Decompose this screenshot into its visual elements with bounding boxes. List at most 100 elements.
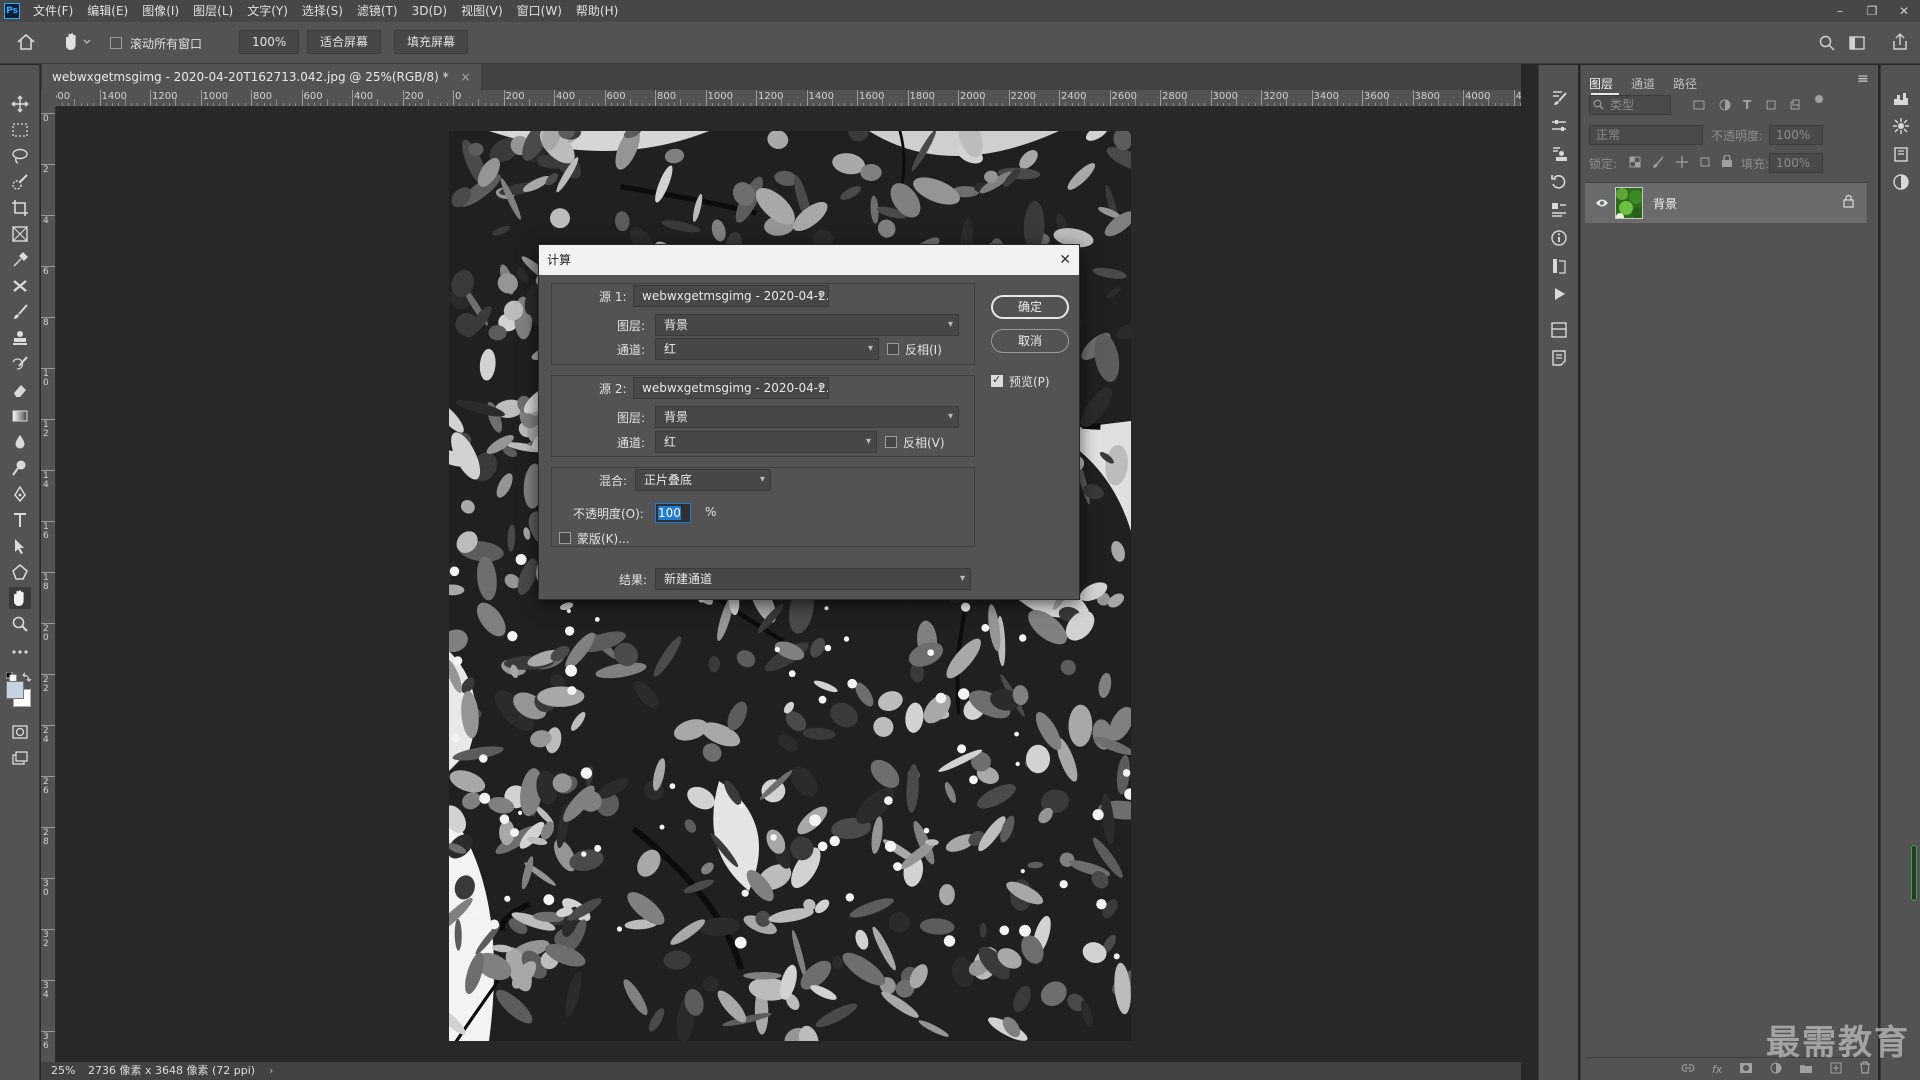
histogram-icon[interactable] (1890, 87, 1912, 109)
lock-all-icon[interactable] (1721, 154, 1733, 171)
filter-adjustment-icon[interactable] (1719, 99, 1731, 114)
ruler-origin[interactable] (41, 90, 56, 107)
menu-help[interactable]: 帮助(H) (569, 0, 625, 22)
source2-invert-checkbox[interactable] (885, 436, 897, 448)
dialog-titlebar[interactable]: 计算 ✕ (539, 245, 1079, 275)
menu-3d[interactable]: 3D(D) (405, 0, 454, 22)
navigator-icon[interactable] (1890, 115, 1912, 137)
clone-source-icon[interactable] (1548, 143, 1570, 165)
source2-file-select[interactable]: webwxgetmsgimg - 2020-04-2... ▾ (633, 377, 829, 399)
menu-filter[interactable]: 滤镜(T) (350, 0, 405, 22)
fx-icon[interactable]: fx (1712, 1063, 1722, 1076)
cancel-button[interactable]: 取消 (991, 329, 1069, 353)
pen-tool-icon[interactable] (9, 483, 31, 505)
crop-tool-icon[interactable] (9, 197, 31, 219)
menu-layer[interactable]: 图层(L) (186, 0, 240, 22)
color-icon[interactable] (1890, 171, 1912, 193)
fill-field[interactable]: 100% (1769, 153, 1823, 173)
fill-screen-button[interactable]: 填充屏幕 (394, 30, 469, 54)
filter-toggle-icon[interactable] (1815, 95, 1823, 103)
vertical-ruler[interactable]: 0 2 4 6 8 10 12 14 16 18 20 22 24 26 28 30 32 34 36 (41, 107, 56, 1062)
source2-layer-select[interactable]: 背景 ▾ (655, 406, 959, 428)
close-window-button[interactable]: ✕ (1888, 0, 1920, 22)
clone-stamp-tool-icon[interactable] (9, 327, 31, 349)
source1-invert-checkbox[interactable] (887, 343, 899, 355)
menu-file[interactable]: 文件(F) (26, 0, 80, 22)
mask-icon[interactable] (1739, 1062, 1753, 1077)
source1-layer-select[interactable]: 背景 ▾ (655, 314, 959, 336)
brush-settings-icon[interactable] (1548, 87, 1570, 109)
lock-image-icon[interactable] (1653, 156, 1665, 171)
libraries-icon[interactable] (1890, 143, 1912, 165)
actions-play-icon[interactable] (1548, 283, 1570, 305)
menu-type[interactable]: 文字(Y) (240, 0, 295, 22)
zoom-tool-icon[interactable] (9, 613, 31, 635)
dodge-tool-icon[interactable] (9, 457, 31, 479)
dialog-close-icon[interactable]: ✕ (1059, 245, 1071, 275)
lock-artboard-icon[interactable] (1699, 156, 1711, 171)
quick-select-tool-icon[interactable] (9, 171, 31, 193)
share-icon[interactable] (1891, 32, 1909, 55)
info-icon[interactable] (1548, 227, 1570, 249)
status-menu-arrow[interactable]: › (269, 1062, 273, 1080)
tab-channels[interactable]: 通道 (1631, 75, 1655, 92)
restore-button[interactable]: ❐ (1856, 0, 1888, 22)
status-zoom[interactable]: 25% (51, 1062, 75, 1080)
layer-comps-icon[interactable] (1548, 319, 1570, 341)
blend-mode-select[interactable]: 正常 (1589, 125, 1703, 145)
swatches-icon[interactable] (1548, 255, 1570, 277)
menu-view[interactable]: 视图(V) (454, 0, 510, 22)
layer-opacity-field[interactable]: 100% (1769, 125, 1823, 145)
shape-tool-icon[interactable] (9, 561, 31, 583)
gradient-tool-icon[interactable] (9, 405, 31, 427)
home-icon[interactable] (16, 33, 36, 54)
filter-smart-object-icon[interactable] (1789, 99, 1801, 114)
history-brush-tool-icon[interactable] (9, 353, 31, 375)
hand-tool-icon[interactable] (9, 587, 31, 609)
scroll-all-checkbox[interactable] (110, 37, 122, 49)
filter-type-icon[interactable]: T (1743, 98, 1751, 112)
history-icon[interactable] (1548, 171, 1570, 193)
notes-icon[interactable] (1548, 347, 1570, 369)
source1-file-select[interactable]: webwxgetmsgimg - 2020-04-2... ▾ (633, 285, 829, 307)
blend-mode-dropdown[interactable]: 正片叠底 ▾ (635, 469, 771, 491)
ok-button[interactable]: 确定 (991, 295, 1069, 319)
menu-image[interactable]: 图像(I) (135, 0, 186, 22)
zoom-value-field[interactable]: 100% (239, 30, 299, 54)
fit-screen-button[interactable]: 适合屏幕 (307, 30, 382, 54)
move-tool-icon[interactable] (9, 93, 31, 115)
panel-menu-icon[interactable]: ≡ (1857, 71, 1869, 87)
eraser-tool-icon[interactable] (9, 379, 31, 401)
marquee-tool-icon[interactable] (9, 119, 31, 141)
tab-paths[interactable]: 路径 (1673, 75, 1697, 92)
minimize-button[interactable]: – (1824, 0, 1856, 22)
source1-channel-select[interactable]: 红 ▾ (655, 338, 879, 360)
blend-opacity-input[interactable]: 100 (655, 503, 691, 523)
layer-row[interactable]: 背景 (1585, 183, 1867, 223)
brush-tool-icon[interactable] (9, 301, 31, 323)
eye-icon[interactable] (1595, 197, 1609, 211)
lock-position-icon[interactable] (1676, 156, 1688, 171)
adjustments-icon[interactable] (1548, 115, 1570, 137)
lock-transparent-icon[interactable] (1629, 156, 1641, 171)
menu-select[interactable]: 选择(S) (295, 0, 350, 22)
more-tools-icon[interactable] (9, 641, 31, 663)
horizontal-ruler[interactable]: 6001400120010008006004002000200400600800… (56, 90, 1521, 107)
menu-edit[interactable]: 编辑(E) (80, 0, 135, 22)
link-icon[interactable] (1681, 1062, 1695, 1076)
search-icon[interactable] (1818, 34, 1836, 55)
blur-tool-icon[interactable] (9, 431, 31, 453)
type-tool-icon[interactable] (9, 509, 31, 531)
path-selection-tool-icon[interactable] (9, 535, 31, 557)
eyedropper-tool-icon[interactable] (9, 249, 31, 271)
scroll-indicator[interactable] (1911, 845, 1917, 901)
foreground-color-swatch[interactable] (6, 681, 24, 699)
hand-tool-preset-icon[interactable] (62, 32, 92, 55)
close-tab-icon[interactable]: × (460, 70, 470, 84)
filter-pixel-icon[interactable] (1693, 99, 1705, 114)
menu-window[interactable]: 窗口(W) (510, 0, 569, 22)
result-select[interactable]: 新建通道 ▾ (655, 568, 971, 590)
document-tab[interactable]: webwxgetmsgimg - 2020-04-20T162713.042.j… (42, 64, 481, 90)
lasso-tool-icon[interactable] (9, 145, 31, 167)
source2-channel-select[interactable]: 红 ▾ (655, 431, 877, 453)
